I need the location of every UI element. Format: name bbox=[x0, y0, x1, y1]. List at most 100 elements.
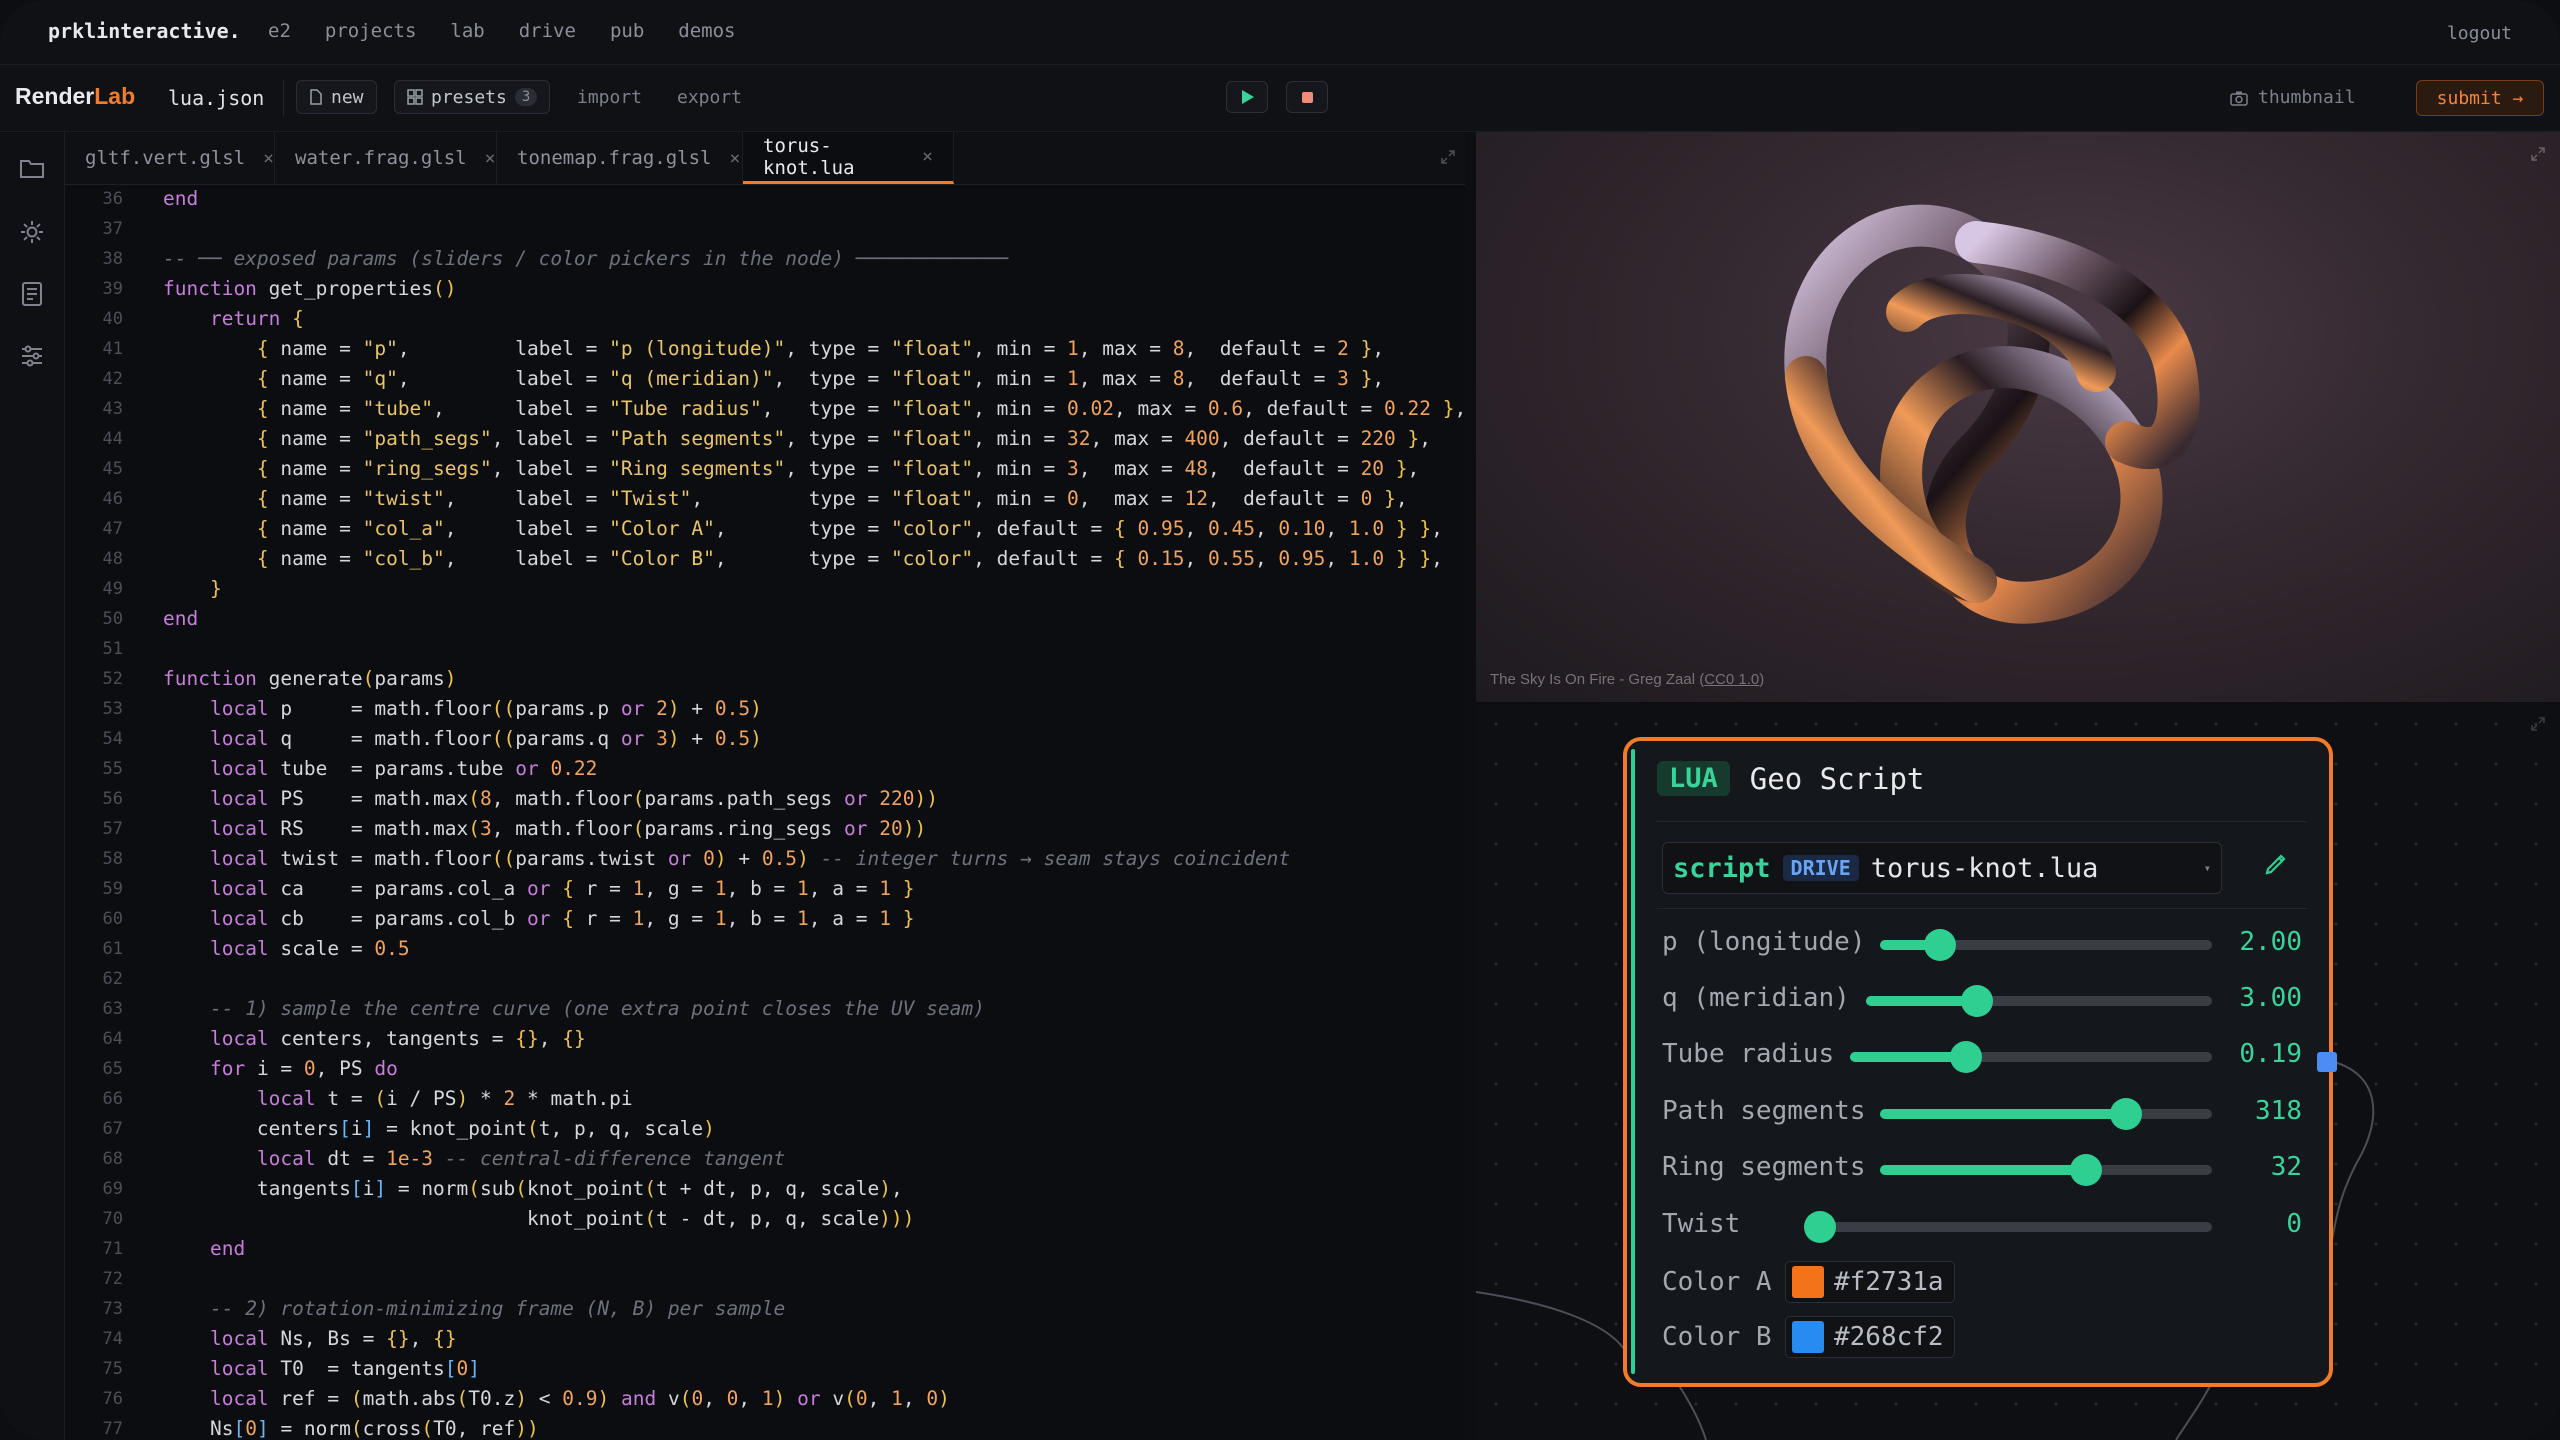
param-slider[interactable] bbox=[1880, 929, 2212, 961]
code-line[interactable] bbox=[163, 964, 1465, 994]
folder-icon[interactable] bbox=[18, 154, 46, 182]
settings-icon[interactable] bbox=[18, 218, 46, 246]
code-line[interactable]: { name = "p", label = "p (longitude)", t… bbox=[163, 334, 1465, 364]
submit-button[interactable]: submit → bbox=[2416, 80, 2544, 116]
code-line[interactable]: local cb = params.col_b or { r = 1, g = … bbox=[163, 904, 1465, 934]
param-value[interactable]: 0 bbox=[2286, 1209, 2302, 1239]
slider-knob[interactable] bbox=[1804, 1211, 1836, 1243]
code-line[interactable]: return { bbox=[163, 304, 1465, 334]
tab-tonemap-frag[interactable]: tonemap.frag.glsl × bbox=[497, 132, 743, 184]
nav-link-projects[interactable]: projects bbox=[325, 20, 417, 42]
site-brand[interactable]: prklinteractive. bbox=[48, 19, 241, 43]
code-line[interactable]: Ns[0] = norm(cross(T0, ref)) bbox=[163, 1414, 1465, 1440]
close-icon[interactable]: × bbox=[485, 148, 496, 169]
param-slider[interactable] bbox=[1880, 1154, 2212, 1186]
param-value[interactable]: 318 bbox=[2255, 1096, 2302, 1126]
nav-link-e2[interactable]: e2 bbox=[268, 20, 291, 42]
code-line[interactable]: end bbox=[163, 184, 1465, 214]
slider-knob[interactable] bbox=[1923, 929, 1956, 961]
param-slider[interactable] bbox=[1850, 1041, 2212, 1073]
param-slider[interactable] bbox=[1880, 1098, 2212, 1130]
code-line[interactable]: { name = "path_segs", label = "Path segm… bbox=[163, 424, 1465, 454]
code-line[interactable]: local tube = params.tube or 0.22 bbox=[163, 754, 1465, 784]
code-line[interactable]: { name = "col_a", label = "Color A", typ… bbox=[163, 514, 1465, 544]
close-icon[interactable]: × bbox=[729, 148, 740, 169]
code-line[interactable]: local Ns, Bs = {}, {} bbox=[163, 1324, 1465, 1354]
param-slider[interactable] bbox=[1866, 985, 2212, 1017]
code-line[interactable]: local PS = math.max(8, math.floor(params… bbox=[163, 784, 1465, 814]
slider-knob[interactable] bbox=[2069, 1154, 2102, 1186]
slider-knob[interactable] bbox=[1949, 1041, 1982, 1073]
param-value[interactable]: 2.00 bbox=[2239, 927, 2302, 957]
code-line[interactable]: local twist = math.floor((params.twist o… bbox=[163, 844, 1465, 874]
project-filename[interactable]: lua.json bbox=[168, 86, 264, 110]
stop-button[interactable] bbox=[1286, 81, 1328, 113]
code-line[interactable]: local t = (i / PS) * 2 * math.pi bbox=[163, 1084, 1465, 1114]
code-line[interactable]: { name = "q", label = "q (meridian)", ty… bbox=[163, 364, 1465, 394]
code-line[interactable]: knot_point(t - dt, p, q, scale))) bbox=[163, 1204, 1465, 1234]
code-line[interactable] bbox=[163, 634, 1465, 664]
code-line[interactable]: local dt = 1e-3 -- central-difference ta… bbox=[163, 1144, 1465, 1174]
nav-link-lab[interactable]: lab bbox=[450, 20, 484, 42]
code-area[interactable]: 36 37 38 39 40 41 42 43 44 45 46 47 48 49 50 51 52 53 54 55… bbox=[65, 184, 1465, 1440]
code-line[interactable]: function get_properties() bbox=[163, 274, 1465, 304]
presets-button[interactable]: presets 3 bbox=[394, 80, 551, 114]
import-button[interactable]: import bbox=[577, 87, 642, 108]
code-line[interactable]: local centers, tangents = {}, {} bbox=[163, 1024, 1465, 1054]
slider-knob[interactable] bbox=[1960, 985, 1993, 1017]
slider-knob[interactable] bbox=[2109, 1098, 2142, 1130]
code-line[interactable]: -- 2) rotation-minimizing frame (N, B) p… bbox=[163, 1294, 1465, 1324]
script-select[interactable]: script DRIVE torus-knot.lua ▾ bbox=[1662, 842, 2222, 894]
nav-link-pub[interactable]: pub bbox=[610, 20, 644, 42]
code-line[interactable]: centers[i] = knot_point(t, p, q, scale) bbox=[163, 1114, 1465, 1144]
nav-link-demos[interactable]: demos bbox=[678, 20, 735, 42]
param-value[interactable]: 32 bbox=[2271, 1152, 2302, 1182]
param-slider[interactable] bbox=[1804, 1211, 2212, 1243]
code-line[interactable]: local RS = math.max(3, math.floor(params… bbox=[163, 814, 1465, 844]
pencil-icon[interactable] bbox=[2263, 851, 2289, 877]
code-line[interactable]: local p = math.floor((params.p or 2) + 0… bbox=[163, 694, 1465, 724]
code-line[interactable]: function generate(params) bbox=[163, 664, 1465, 694]
close-icon[interactable]: × bbox=[263, 148, 274, 169]
tab-gltf-vert[interactable]: gltf.vert.glsl × bbox=[65, 132, 275, 184]
code-line[interactable]: { name = "twist", label = "Twist", type … bbox=[163, 484, 1465, 514]
code-line[interactable]: local T0 = tangents[0] bbox=[163, 1354, 1465, 1384]
color-picker[interactable]: #f2731a bbox=[1785, 1261, 1955, 1303]
code-line[interactable]: { name = "ring_segs", label = "Ring segm… bbox=[163, 454, 1465, 484]
logout-link[interactable]: logout bbox=[2447, 23, 2512, 44]
geo-script-node[interactable]: LUA Geo Script script DRIVE torus-knot.l… bbox=[1623, 737, 2333, 1387]
code-line[interactable]: local ref = (math.abs(T0.z) < 0.9) and v… bbox=[163, 1384, 1465, 1414]
tab-torus-knot[interactable]: torus-knot.lua × bbox=[743, 132, 954, 184]
code-line[interactable]: for i = 0, PS do bbox=[163, 1054, 1465, 1084]
color-picker[interactable]: #268cf2 bbox=[1785, 1316, 1955, 1358]
nav-link-drive[interactable]: drive bbox=[519, 20, 576, 42]
code-line[interactable]: { name = "col_b", label = "Color B", typ… bbox=[163, 544, 1465, 574]
code-line[interactable]: } bbox=[163, 574, 1465, 604]
expand-icon[interactable] bbox=[1440, 149, 1456, 165]
thumbnail-button[interactable]: thumbnail bbox=[2230, 87, 2356, 108]
code-line[interactable]: local ca = params.col_a or { r = 1, g = … bbox=[163, 874, 1465, 904]
expand-icon[interactable] bbox=[2530, 146, 2546, 162]
code-lines[interactable]: end -- ── exposed params (sliders / colo… bbox=[163, 184, 1465, 1440]
code-line[interactable]: tangents[i] = norm(sub(knot_point(t + dt… bbox=[163, 1174, 1465, 1204]
param-value[interactable]: 3.00 bbox=[2239, 983, 2302, 1013]
license-link[interactable]: CC0 1.0 bbox=[1704, 671, 1759, 688]
new-button[interactable]: new bbox=[296, 80, 377, 114]
export-button[interactable]: export bbox=[677, 87, 742, 108]
3d-viewport[interactable]: The Sky Is On Fire - Greg Zaal (CC0 1.0) bbox=[1476, 132, 2560, 702]
param-value[interactable]: 0.19 bbox=[2239, 1039, 2302, 1069]
code-line[interactable]: -- 1) sample the centre curve (one extra… bbox=[163, 994, 1465, 1024]
color-swatch[interactable] bbox=[1792, 1321, 1824, 1353]
code-line[interactable]: local scale = 0.5 bbox=[163, 934, 1465, 964]
code-line[interactable]: local q = math.floor((params.q or 3) + 0… bbox=[163, 724, 1465, 754]
code-line[interactable]: end bbox=[163, 604, 1465, 634]
color-swatch[interactable] bbox=[1792, 1266, 1824, 1298]
document-icon[interactable] bbox=[18, 280, 46, 308]
code-line[interactable]: -- ── exposed params (sliders / color pi… bbox=[163, 244, 1465, 274]
code-line[interactable]: { name = "tube", label = "Tube radius", … bbox=[163, 394, 1465, 424]
close-icon[interactable]: × bbox=[922, 146, 933, 167]
run-button[interactable] bbox=[1226, 81, 1268, 113]
code-line[interactable] bbox=[163, 214, 1465, 244]
code-line[interactable]: end bbox=[163, 1234, 1465, 1264]
code-line[interactable] bbox=[163, 1264, 1465, 1294]
